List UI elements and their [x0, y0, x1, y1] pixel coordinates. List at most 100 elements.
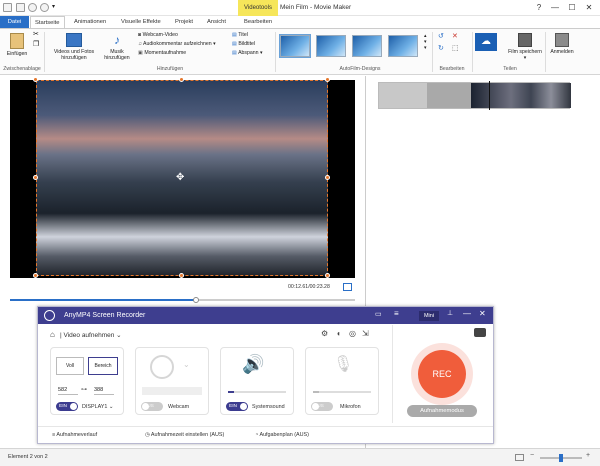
- crop-handle[interactable]: [325, 273, 330, 278]
- webcam-video-button[interactable]: ◙ Webcam-Video: [138, 31, 178, 39]
- onedrive-button[interactable]: ☁: [475, 33, 497, 53]
- schedule-button[interactable]: ◷ Aufnahmezeit einstellen (AUS): [145, 432, 224, 438]
- group-clipboard-label: Zwischenablage: [3, 66, 41, 72]
- rotate-right-icon[interactable]: ↻: [438, 45, 444, 53]
- save-icon[interactable]: [16, 3, 25, 12]
- cut-icon[interactable]: ✂: [33, 31, 39, 39]
- pin-icon[interactable]: ⊥: [447, 309, 453, 317]
- crop-handle[interactable]: [179, 77, 184, 82]
- recorder-close-button[interactable]: ✕: [479, 309, 486, 318]
- crop-handle[interactable]: [179, 273, 184, 278]
- redo-icon[interactable]: [40, 3, 49, 12]
- crop-handle[interactable]: [33, 273, 38, 278]
- recorder-minimize-button[interactable]: —: [463, 309, 471, 318]
- tab-visuelle-effekte[interactable]: Visuelle Effekte: [117, 16, 165, 28]
- credits-button[interactable]: ▤ Abspann ▾: [232, 49, 263, 57]
- watermark-icon[interactable]: ◎: [349, 329, 356, 338]
- crop-handle[interactable]: [33, 77, 38, 82]
- theme-thumbnail-4[interactable]: [388, 35, 418, 57]
- narration-button[interactable]: ♫ Audiokommentar aufzeichnen ▾: [138, 40, 216, 48]
- cloud-icon: ☁: [475, 33, 497, 51]
- paste-button[interactable]: Einfügen: [3, 33, 31, 57]
- zoom-in-icon[interactable]: +: [586, 452, 590, 459]
- lock-aspect-icon[interactable]: ⊶: [81, 386, 87, 393]
- microphone-toggle[interactable]: AUS: [311, 402, 333, 411]
- crop-handle[interactable]: [325, 77, 330, 82]
- chat-icon[interactable]: ▭: [375, 310, 382, 318]
- window-title: Mein Film - Movie Maker: [280, 4, 352, 11]
- settings-gear-icon[interactable]: ⚙: [321, 329, 328, 338]
- rec-button[interactable]: REC: [418, 350, 466, 398]
- system-sound-slider[interactable]: [228, 391, 286, 393]
- clip-thumbnail-selected: [471, 83, 571, 108]
- group-separator: [44, 32, 45, 72]
- tab-bearbeiten[interactable]: Bearbeiten: [240, 16, 276, 28]
- add-videos-photos-button[interactable]: Videos und Fotos hinzufügen: [48, 33, 100, 61]
- screenshot-camera-icon[interactable]: [474, 328, 486, 337]
- title-button[interactable]: ▤ Titel: [232, 31, 248, 39]
- crop-handle[interactable]: [33, 175, 38, 180]
- video-mode-label: Video aufnehmen: [63, 332, 115, 339]
- narration-label: Audiokommentar aufzeichnen: [143, 41, 212, 47]
- width-field[interactable]: 582: [58, 387, 78, 395]
- close-button[interactable]: ✕: [580, 0, 598, 16]
- microphone-slider-fill: [313, 391, 319, 393]
- group-separator: [472, 32, 473, 72]
- select-all-icon[interactable]: ⬚: [452, 45, 459, 53]
- add-music-button[interactable]: ♪ Musik hinzufügen: [100, 33, 134, 61]
- full-screen-option[interactable]: Voll: [56, 357, 84, 375]
- home-icon[interactable]: ⌂: [50, 330, 55, 339]
- zoom-slider-knob[interactable]: [559, 454, 563, 462]
- region-option[interactable]: Bereich: [88, 357, 118, 375]
- theme-thumbnail-3[interactable]: [352, 35, 382, 57]
- system-sound-toggle[interactable]: EIN: [226, 402, 248, 411]
- webcam-video-label: Webcam-Video: [142, 32, 178, 38]
- ribbon-tabs: Datei Startseite Animationen Visuelle Ef…: [0, 16, 600, 28]
- height-field[interactable]: 388: [94, 387, 114, 395]
- recorder-title: AnyMP4 Screen Recorder: [64, 312, 146, 319]
- snapshot-button[interactable]: ▣ Momentaufnahme: [138, 49, 186, 57]
- tab-projekt[interactable]: Projekt: [171, 16, 197, 28]
- rotate-left-icon[interactable]: ↺: [438, 33, 444, 41]
- clip-thumbnail: [379, 83, 427, 108]
- storyboard-view-icon[interactable]: [515, 454, 524, 461]
- webcam-toggle[interactable]: AUS: [141, 402, 163, 411]
- minimize-button[interactable]: —: [546, 0, 564, 16]
- save-movie-button[interactable]: Film speichern ▾: [508, 33, 542, 61]
- microphone-label: Mikrofon: [340, 404, 361, 410]
- zoom-out-icon[interactable]: −: [530, 452, 534, 459]
- theme-thumbnail-1[interactable]: [279, 34, 311, 58]
- theme-thumbnail-2[interactable]: [316, 35, 346, 57]
- theme-scroll-arrows-icon[interactable]: ▴ ▾ ▾: [424, 33, 427, 51]
- title-label: Titel: [238, 32, 248, 38]
- delete-icon[interactable]: ✕: [452, 33, 458, 41]
- tab-animationen[interactable]: Animationen: [70, 16, 110, 28]
- tab-datei[interactable]: Datei: [0, 16, 29, 28]
- history-button[interactable]: ≡ Aufnahmeverlauf: [52, 432, 97, 438]
- fullscreen-icon[interactable]: [343, 283, 352, 291]
- microphone-slider[interactable]: [313, 391, 371, 393]
- tab-startseite[interactable]: Startseite: [30, 16, 65, 28]
- display-toggle[interactable]: EIN: [56, 402, 78, 411]
- menu-icon[interactable]: ≡: [394, 309, 399, 318]
- tab-ansicht[interactable]: Ansicht: [203, 16, 230, 28]
- status-bar: Element 2 von 2 − +: [0, 448, 600, 466]
- copy-icon[interactable]: ❐: [33, 41, 39, 49]
- storyboard-clip[interactable]: [378, 81, 571, 110]
- mouse-icon[interactable]: ◖: [336, 329, 341, 338]
- undo-icon[interactable]: [28, 3, 37, 12]
- video-mode-dropdown[interactable]: | Video aufnehmen ⌄: [60, 331, 122, 339]
- app-menu-icon[interactable]: [3, 3, 12, 12]
- maximize-button[interactable]: ☐: [563, 0, 581, 16]
- webcam-dropdown-icon: ⌄: [183, 360, 190, 369]
- signin-button[interactable]: Anmelden: [546, 33, 578, 55]
- task-plan-button[interactable]: ◔ Aufgabenplan (AUS): [255, 432, 309, 438]
- display-source-dropdown[interactable]: DISPLAY1 ⌄: [82, 404, 113, 410]
- playhead[interactable]: [489, 81, 490, 110]
- crop-handle[interactable]: [325, 175, 330, 180]
- record-mode-button[interactable]: Aufnahmemodus: [407, 405, 477, 417]
- cursor-settings-icon[interactable]: ⇲: [362, 329, 369, 338]
- mini-button[interactable]: Mini: [419, 311, 439, 321]
- quick-access-dropdown-icon[interactable]: ▾: [52, 3, 61, 12]
- caption-button[interactable]: ▤ Bildtitel: [232, 40, 255, 48]
